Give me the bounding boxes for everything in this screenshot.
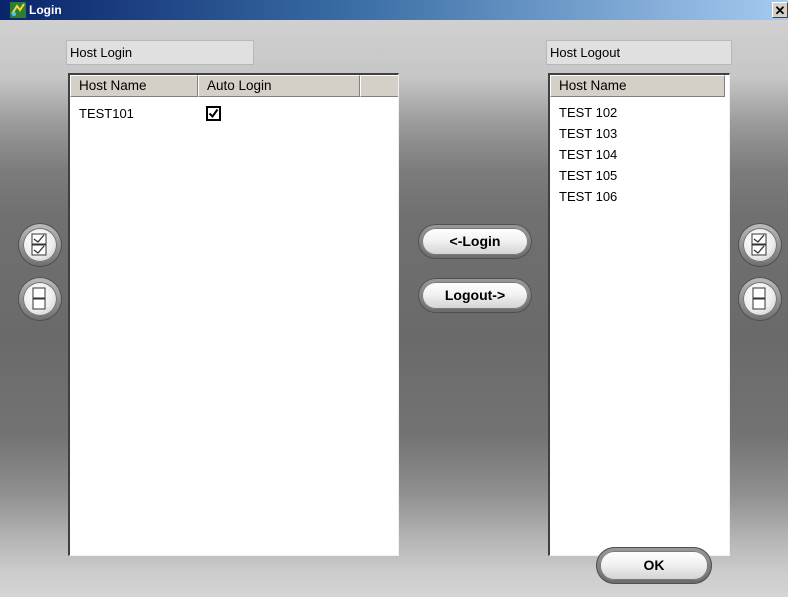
auto-login-checkbox[interactable] bbox=[206, 106, 221, 121]
host-login-list[interactable]: Host Name Auto Login TEST101 bbox=[68, 73, 399, 556]
host-name-cell: TEST 104 bbox=[559, 147, 618, 162]
login-button-label: <-Login bbox=[422, 228, 528, 255]
host-logout-list-header: Host Name bbox=[550, 75, 725, 97]
title-bar: Login ✕ bbox=[0, 0, 788, 20]
list-item[interactable]: TEST 104 bbox=[550, 145, 729, 165]
host-name-cell: TEST 102 bbox=[559, 105, 618, 120]
login-button[interactable]: <-Login bbox=[418, 224, 532, 259]
table-row[interactable]: TEST101 bbox=[70, 104, 398, 124]
login-select-all-button[interactable] bbox=[18, 223, 62, 267]
checkmark-icon bbox=[208, 108, 219, 119]
list-item[interactable]: TEST 102 bbox=[550, 103, 729, 123]
host-login-caption: Host Login bbox=[66, 40, 254, 65]
logout-button[interactable]: Logout-> bbox=[418, 278, 532, 313]
select-all-icon bbox=[751, 233, 767, 256]
host-name-cell: TEST 103 bbox=[559, 126, 618, 141]
deselect-all-icon bbox=[752, 287, 766, 310]
login-deselect-all-button[interactable] bbox=[18, 277, 62, 321]
host-name-cell: TEST 105 bbox=[559, 168, 618, 183]
deselect-all-icon bbox=[32, 287, 46, 310]
list-item[interactable]: TEST 106 bbox=[550, 187, 729, 207]
column-host-name[interactable]: Host Name bbox=[70, 75, 198, 97]
logout-button-label: Logout-> bbox=[422, 282, 528, 309]
window-title: Login bbox=[29, 3, 62, 17]
column-host-name[interactable]: Host Name bbox=[550, 75, 725, 97]
column-auto-login[interactable]: Auto Login bbox=[198, 75, 360, 97]
host-name-cell: TEST 106 bbox=[559, 189, 618, 204]
select-all-icon bbox=[31, 233, 47, 256]
ok-button-label: OK bbox=[600, 551, 708, 580]
ok-button[interactable]: OK bbox=[596, 547, 712, 584]
list-item[interactable]: TEST 105 bbox=[550, 166, 729, 186]
column-filler bbox=[360, 75, 398, 97]
close-button[interactable]: ✕ bbox=[772, 2, 788, 18]
host-name-cell: TEST101 bbox=[79, 106, 134, 121]
host-logout-list[interactable]: Host Name TEST 102 TEST 103 TEST 104 TES… bbox=[548, 73, 730, 556]
close-icon: ✕ bbox=[774, 3, 786, 18]
logout-deselect-all-button[interactable] bbox=[738, 277, 782, 321]
host-login-list-header: Host Name Auto Login bbox=[70, 75, 398, 97]
host-logout-caption: Host Logout bbox=[546, 40, 732, 65]
logout-select-all-button[interactable] bbox=[738, 223, 782, 267]
app-login-icon bbox=[10, 2, 26, 18]
login-dialog-body: Host Login Host Name Auto Login TEST101 … bbox=[0, 20, 788, 597]
list-item[interactable]: TEST 103 bbox=[550, 124, 729, 144]
